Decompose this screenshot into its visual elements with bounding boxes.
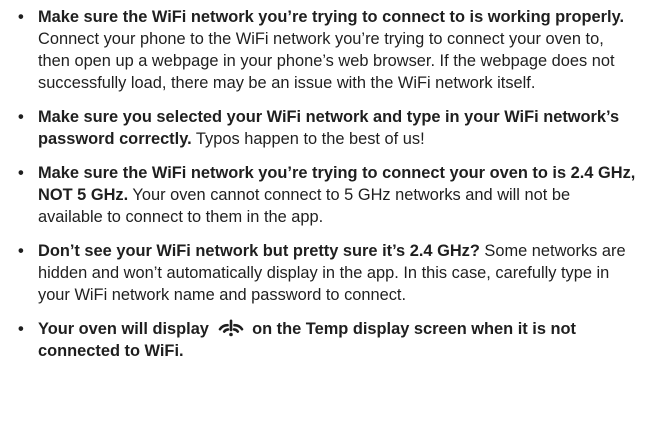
bullet: • bbox=[18, 242, 24, 260]
list-item: • Make sure the WiFi network you’re tryi… bbox=[16, 162, 636, 228]
tip-lead: Make sure the WiFi network you’re trying… bbox=[38, 8, 625, 26]
tip-lead: Your oven will display on the Temp displ… bbox=[38, 319, 576, 360]
tip-body: Typos happen to the best of us! bbox=[191, 130, 425, 148]
bullet: • bbox=[18, 108, 24, 126]
list-item: • Make sure the WiFi network you’re tryi… bbox=[16, 6, 636, 94]
tip-lead: Don’t see your WiFi network but pretty s… bbox=[38, 242, 480, 260]
tip-body: Connect your phone to the WiFi network y… bbox=[38, 30, 615, 92]
wifi-off-icon bbox=[218, 319, 243, 337]
bullet: • bbox=[18, 320, 24, 338]
tip-lead-before-icon: Your oven will display bbox=[38, 320, 209, 338]
troubleshooting-list: • Make sure the WiFi network you’re tryi… bbox=[0, 0, 650, 362]
list-item: • Make sure you selected your WiFi netwo… bbox=[16, 106, 636, 150]
bullet: • bbox=[18, 8, 24, 26]
bullet: • bbox=[18, 164, 24, 182]
list-item: • Don’t see your WiFi network but pretty… bbox=[16, 240, 636, 306]
list-item: • Your oven will display on the Temp dis… bbox=[16, 318, 636, 362]
